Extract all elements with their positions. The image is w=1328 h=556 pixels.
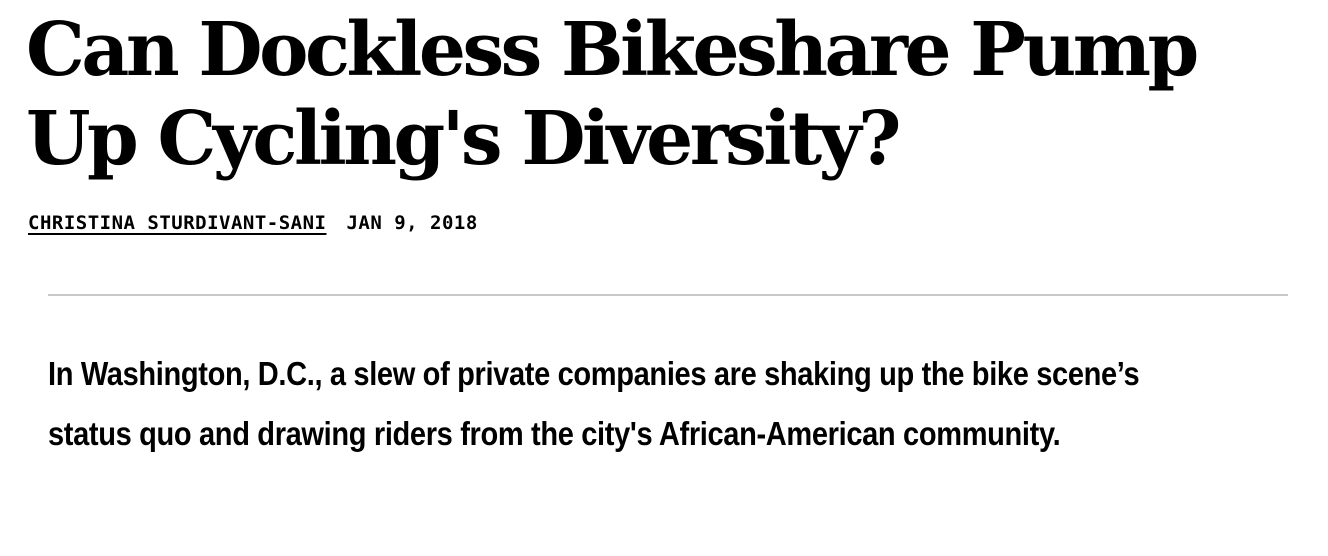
article-page: Can Dockless Bikeshare Pump Up Cycling's… bbox=[0, 0, 1328, 556]
byline: CHRISTINA STURDIVANT-SANI JAN 9, 2018 bbox=[28, 212, 478, 234]
author-link[interactable]: CHRISTINA STURDIVANT-SANI bbox=[28, 212, 326, 234]
article-headline: Can Dockless Bikeshare Pump Up Cycling's… bbox=[26, 7, 1199, 182]
divider bbox=[48, 294, 1288, 296]
publish-date: JAN 9, 2018 bbox=[346, 212, 478, 234]
article-dek: In Washington, D.C., a slew of private c… bbox=[48, 355, 1140, 452]
